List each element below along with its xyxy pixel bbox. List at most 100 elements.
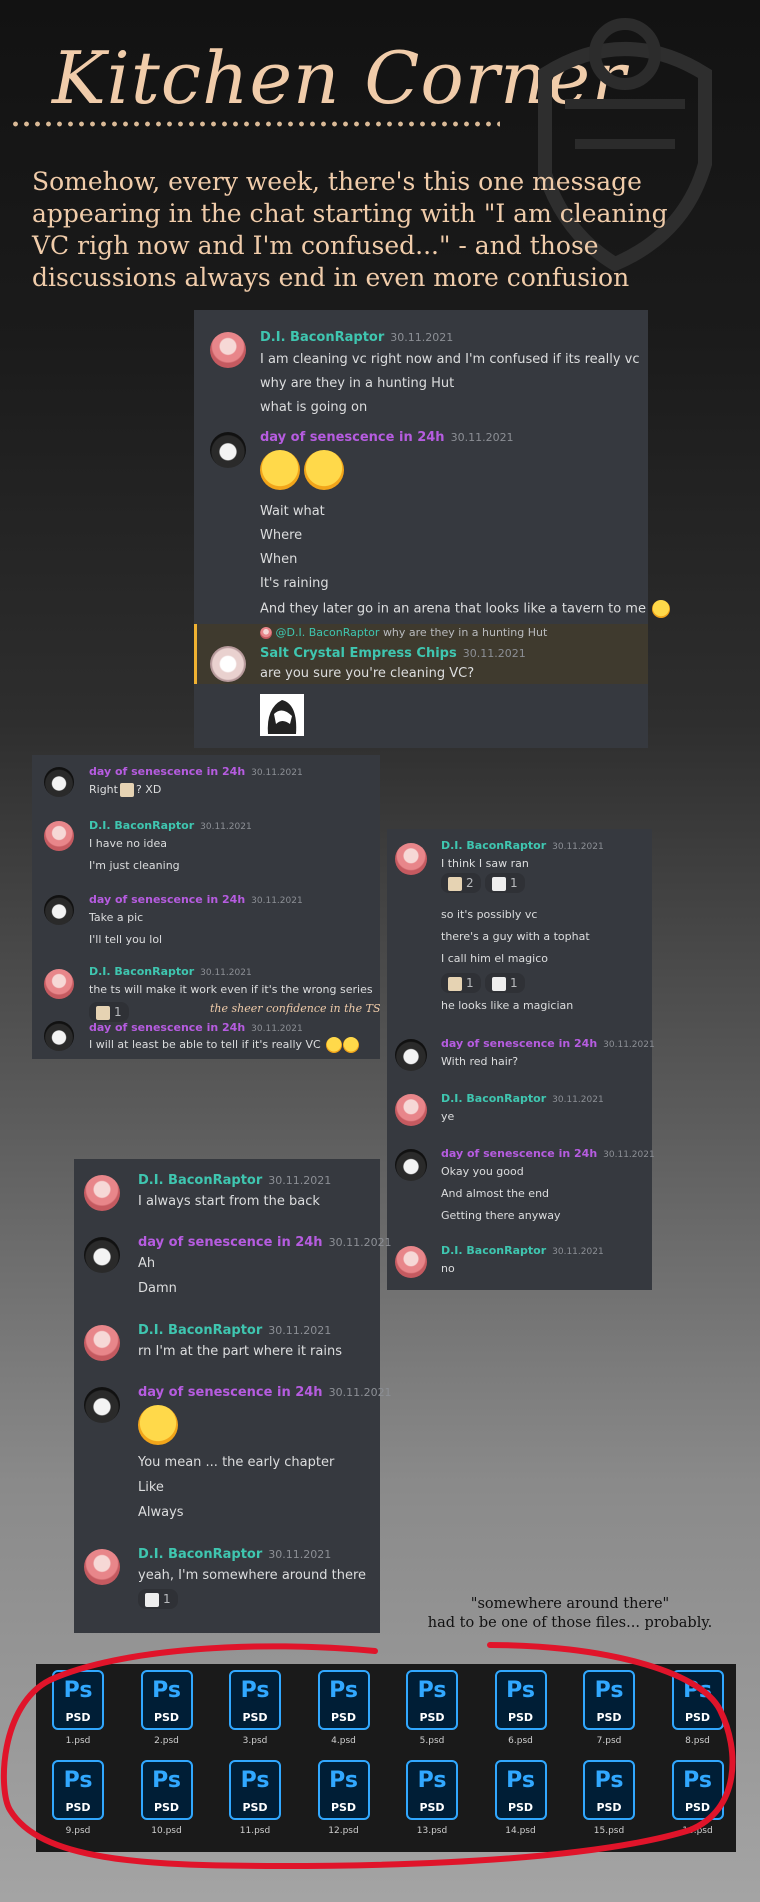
avatar[interactable] bbox=[395, 1149, 427, 1181]
crying-laughing-emoji-icon bbox=[138, 1405, 178, 1445]
file-name: 3.psd bbox=[242, 1736, 268, 1746]
message-text: Ah bbox=[138, 1256, 156, 1271]
chat-panel-3: D.I. BaconRaptor 30.11.2021 I think I saw… bbox=[387, 829, 655, 1290]
username[interactable]: D.I. BaconRaptor bbox=[89, 965, 194, 978]
ps-label: Ps bbox=[506, 1678, 535, 1703]
timestamp: 30.11.2021 bbox=[552, 1247, 604, 1257]
psd-file[interactable]: Ps PSD 6.psd bbox=[491, 1670, 551, 1746]
ps-label: Ps bbox=[152, 1678, 181, 1703]
username[interactable]: day of senescence in 24h bbox=[138, 1235, 323, 1250]
psd-file[interactable]: Ps PSD 14.psd bbox=[491, 1760, 551, 1836]
avatar[interactable] bbox=[395, 843, 427, 875]
reaction-count: 1 bbox=[466, 976, 474, 990]
message-text: I'm just cleaning bbox=[89, 859, 180, 872]
facepalm-sticker-icon bbox=[260, 694, 304, 736]
file-name: 8.psd bbox=[685, 1736, 710, 1746]
psd-label: PSD bbox=[596, 1711, 622, 1724]
psd-file[interactable]: Ps PSD 16.psd bbox=[668, 1760, 728, 1836]
psd-file[interactable]: Ps PSD 7.psd bbox=[579, 1670, 639, 1746]
avatar[interactable] bbox=[84, 1175, 120, 1211]
username[interactable]: D.I. BaconRaptor bbox=[138, 1323, 262, 1338]
ps-label: Ps bbox=[417, 1678, 447, 1703]
message-text: You mean ... the early chapter bbox=[138, 1455, 335, 1470]
file-name: 2.psd bbox=[154, 1736, 179, 1746]
message-text-a: Right bbox=[89, 783, 118, 796]
username[interactable]: D.I. BaconRaptor bbox=[441, 1244, 546, 1257]
message-text: Damn bbox=[138, 1281, 177, 1296]
psd-file[interactable]: Ps PSD 2.psd bbox=[137, 1670, 197, 1746]
username[interactable]: day of senescence in 24h bbox=[441, 1037, 597, 1050]
psd-file[interactable]: Ps PSD 15.psd bbox=[579, 1760, 639, 1836]
avatar[interactable] bbox=[44, 895, 74, 925]
avatar[interactable] bbox=[84, 1237, 120, 1273]
username[interactable]: D.I. BaconRaptor bbox=[138, 1547, 262, 1562]
username[interactable]: day of senescence in 24h bbox=[89, 893, 245, 906]
avatar[interactable] bbox=[44, 969, 74, 999]
psd-file[interactable]: Ps PSD 12.psd bbox=[314, 1760, 374, 1836]
message-text-body: And they later go in an arena that looks… bbox=[260, 601, 646, 617]
avatar[interactable] bbox=[210, 646, 246, 682]
psd-file[interactable]: Ps PSD 8.psd bbox=[668, 1670, 728, 1746]
photoshop-file-icon: Ps PSD bbox=[317, 1670, 370, 1730]
avatar[interactable] bbox=[210, 332, 246, 368]
reply-preview[interactable]: @D.I. BaconRaptor why are they in a hunt… bbox=[260, 626, 547, 639]
message-text: I am cleaning vc right now and I'm confu… bbox=[260, 352, 640, 367]
message-text-body: I will at least be able to tell if it's … bbox=[89, 1038, 321, 1051]
reaction-button[interactable]: 1 bbox=[485, 973, 525, 993]
message-text: Where bbox=[260, 528, 303, 543]
reply-mention[interactable]: @D.I. BaconRaptor bbox=[276, 626, 380, 639]
username[interactable]: D.I. BaconRaptor bbox=[89, 819, 194, 832]
username[interactable]: day of senescence in 24h bbox=[260, 430, 445, 445]
reaction-button[interactable]: 1 bbox=[138, 1589, 178, 1609]
avatar[interactable] bbox=[395, 1039, 427, 1071]
reaction-count: 2 bbox=[466, 876, 474, 890]
file-name: 13.psd bbox=[416, 1826, 448, 1836]
facepalm-sticker-icon bbox=[492, 976, 506, 991]
avatar[interactable] bbox=[84, 1387, 120, 1423]
psd-file[interactable]: Ps PSD 9.psd bbox=[48, 1760, 108, 1836]
username[interactable]: day of senescence in 24h bbox=[89, 1021, 245, 1034]
message-text: what is going on bbox=[260, 400, 368, 415]
avatar[interactable] bbox=[395, 1094, 427, 1126]
message-text: why are they in a hunting Hut bbox=[260, 376, 455, 391]
avatar[interactable] bbox=[44, 821, 74, 851]
message-text: I think I saw ran bbox=[441, 857, 529, 870]
psd-file[interactable]: Ps PSD 10.psd bbox=[137, 1760, 197, 1836]
username[interactable]: D.I. BaconRaptor bbox=[260, 330, 384, 345]
avatar[interactable] bbox=[44, 767, 74, 797]
avatar[interactable] bbox=[395, 1246, 427, 1278]
reaction-button[interactable]: 2 bbox=[441, 873, 481, 893]
timestamp: 30.11.2021 bbox=[251, 1024, 303, 1034]
reaction-button[interactable]: 1 bbox=[89, 1002, 129, 1022]
photoshop-file-icon: Ps PSD bbox=[52, 1760, 104, 1820]
avatar[interactable] bbox=[84, 1325, 120, 1361]
username[interactable]: Salt Crystal Empress Chips bbox=[260, 646, 457, 661]
reaction-button[interactable]: 1 bbox=[441, 973, 481, 993]
psd-file[interactable]: Ps PSD 11.psd bbox=[225, 1760, 285, 1836]
username[interactable]: day of senescence in 24h bbox=[89, 765, 245, 778]
username[interactable]: day of senescence in 24h bbox=[138, 1385, 323, 1400]
psd-label: PSD bbox=[153, 1711, 180, 1724]
username[interactable]: D.I. BaconRaptor bbox=[441, 1092, 546, 1105]
psd-file[interactable]: Ps PSD 4.psd bbox=[314, 1670, 374, 1746]
avatar[interactable] bbox=[210, 432, 246, 468]
username[interactable]: D.I. BaconRaptor bbox=[138, 1173, 262, 1188]
psd-label: PSD bbox=[419, 1711, 445, 1724]
username[interactable]: day of senescence in 24h bbox=[441, 1147, 597, 1160]
username[interactable]: D.I. BaconRaptor bbox=[441, 839, 546, 852]
psd-file[interactable]: Ps PSD 1.psd bbox=[48, 1670, 108, 1746]
chat-panel-2: day of senescence in 24h 30.11.2021 Right… bbox=[32, 755, 381, 1059]
reaction-button[interactable]: 1 bbox=[485, 873, 525, 893]
message-text: I call him el magico bbox=[441, 952, 548, 965]
psd-file[interactable]: Ps PSD 13.psd bbox=[402, 1760, 462, 1836]
avatar[interactable] bbox=[44, 1021, 74, 1051]
psd-file[interactable]: Ps PSD 3.psd bbox=[225, 1670, 285, 1746]
facepalm-sticker-icon bbox=[145, 1592, 159, 1607]
psd-file[interactable]: Ps PSD 5.psd bbox=[402, 1670, 462, 1746]
message-text: Getting there anyway bbox=[441, 1209, 561, 1222]
photoshop-file-icon: Ps PSD bbox=[583, 1670, 635, 1730]
ps-label: Ps bbox=[594, 1768, 624, 1793]
avatar[interactable] bbox=[84, 1549, 120, 1585]
ps-label: Ps bbox=[152, 1768, 181, 1793]
file-grid: Ps PSD 1.psd Ps PSD 2.psd Ps PSD 3.psd Ps PSD 4.psd… bbox=[36, 1664, 736, 1852]
